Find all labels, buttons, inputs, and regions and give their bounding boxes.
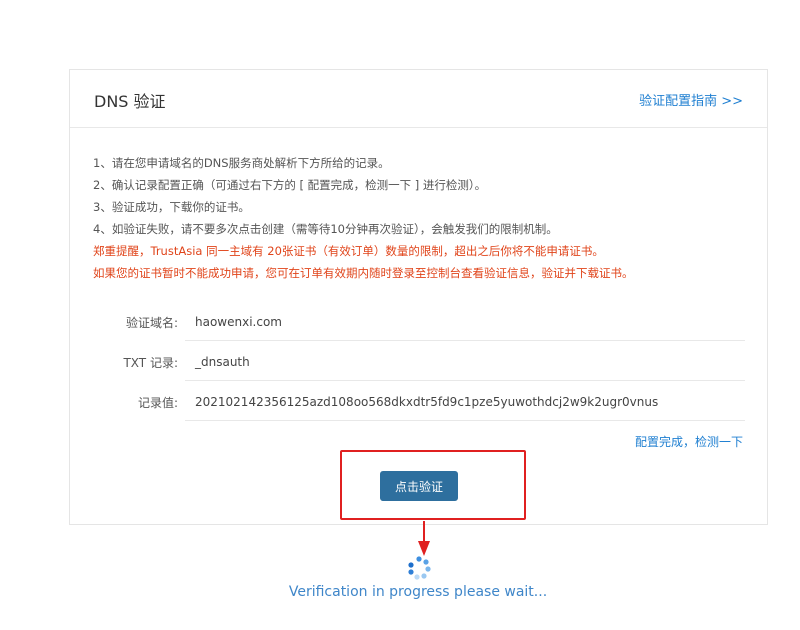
domain-row: 验证域名: haowenxi.com	[110, 302, 745, 342]
domain-label: 验证域名:	[125, 315, 178, 330]
instruction-line-1: 1、请在您申请域名的DNS服务商处解析下方所给的记录。	[93, 156, 390, 170]
card-title: DNS 验证	[94, 92, 166, 111]
record-value-row: 记录值: 202102142356125azd108oo568dkxdtr5fd…	[110, 382, 745, 422]
highlight-annotation-box	[340, 450, 526, 520]
txt-record-label: TXT 记录:	[123, 355, 178, 370]
record-value-label: 记录值:	[137, 395, 178, 410]
card-header: DNS 验证 验证配置指南 >>	[70, 70, 767, 128]
txt-record-value: _dnsauth	[185, 342, 745, 381]
instruction-line-4: 4、如验证失败，请不要多次点击创建（需等待10分钟再次验证），会触发我们的限制机…	[93, 222, 558, 236]
check-config-link[interactable]: 配置完成，检测一下	[635, 433, 743, 450]
dns-record-form: 验证域名: haowenxi.com TXT 记录: _dnsauth 记录值:…	[110, 302, 745, 422]
verify-guide-link[interactable]: 验证配置指南 >>	[639, 90, 743, 109]
warning-line-1: 郑重提醒，TrustAsia 同一主域有 20张证书（有效订单）数量的限制，超出…	[93, 244, 604, 258]
warning-line-2: 如果您的证书暂时不能成功申请，您可在订单有效期内随时登录至控制台查看验证信息，验…	[93, 266, 634, 280]
instruction-line-3: 3、验证成功，下载你的证书。	[93, 200, 250, 214]
loading-spinner-icon	[408, 556, 431, 580]
instruction-line-2: 2、确认记录配置正确（可通过右下方的 [ 配置完成，检测一下 ] 进行检测）。	[93, 178, 487, 192]
domain-value: haowenxi.com	[185, 302, 745, 341]
record-value: 202102142356125azd108oo568dkxdtr5fd9c1pz…	[185, 382, 745, 421]
loading-status-text: Verification in progress please wait...	[288, 584, 548, 600]
txt-record-row: TXT 记录: _dnsauth	[110, 342, 745, 382]
instructions: 1、请在您申请域名的DNS服务商处解析下方所给的记录。 2、确认记录配置正确（可…	[93, 152, 634, 284]
annotation-arrow-icon	[418, 521, 430, 556]
